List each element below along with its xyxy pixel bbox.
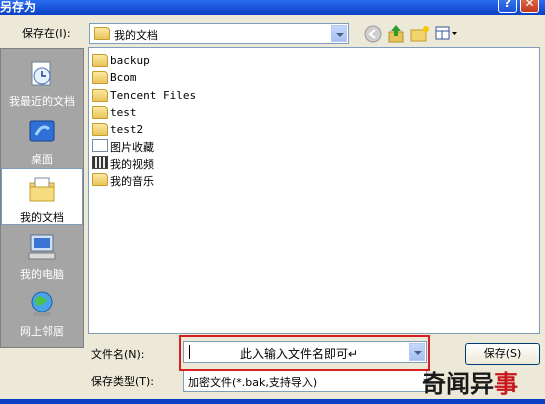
pictures-folder-icon (92, 139, 108, 152)
up-folder-icon[interactable] (387, 24, 405, 44)
folder-icon (94, 27, 110, 40)
folder-icon (92, 106, 108, 119)
watermark: 奇闻异事 (422, 364, 518, 399)
close-button[interactable]: ✕ (520, 0, 539, 13)
place-label: 桌面 (31, 153, 53, 166)
filename-label: 文件名(N): (91, 348, 145, 361)
new-folder-icon[interactable] (410, 25, 430, 43)
filetype-value: 加密文件(*.bak,支持导入) (188, 376, 318, 389)
folder-icon (92, 123, 108, 136)
watermark-text: 奇闻异 (422, 369, 494, 398)
place-label: 网上邻居 (20, 325, 64, 338)
places-bar: 我最近的文档 桌面 我的文档 我的电脑 网上邻居 (0, 48, 84, 348)
place-my-computer[interactable]: 我的电脑 (1, 226, 83, 283)
window-title: 另存为 (0, 0, 37, 14)
save-button-label: 保存(S) (483, 347, 522, 360)
window-bottom-border (0, 399, 545, 404)
back-icon[interactable] (364, 25, 382, 43)
chevron-down-icon[interactable] (331, 25, 347, 42)
place-label: 我最近的文档 (9, 95, 75, 108)
view-menu-icon[interactable] (435, 26, 459, 42)
save-in-combo[interactable]: 我的文档 (89, 23, 349, 44)
my-documents-icon (29, 177, 55, 202)
file-name: test (110, 106, 137, 119)
place-network[interactable]: 网上邻居 (1, 283, 83, 340)
watermark-text-accent: 事 (494, 369, 518, 398)
file-name: 我的视频 (110, 158, 154, 171)
place-my-documents[interactable]: 我的文档 (1, 168, 83, 225)
network-places-icon (31, 291, 53, 316)
place-desktop[interactable]: 桌面 (1, 111, 83, 168)
file-name: backup (110, 54, 150, 67)
file-name: 我的音乐 (110, 175, 154, 188)
filetype-label: 保存类型(T): (91, 375, 155, 388)
place-label: 我的电脑 (20, 268, 64, 281)
save-button[interactable]: 保存(S) (465, 343, 540, 365)
save-in-label: 保存在(I): (22, 27, 71, 40)
file-name: test2 (110, 123, 144, 136)
place-recent-documents[interactable]: 我最近的文档 (1, 53, 83, 110)
place-label: 我的文档 (20, 211, 64, 224)
folder-icon (92, 54, 108, 67)
save-in-value: 我的文档 (114, 29, 158, 42)
folder-icon (92, 71, 108, 84)
desktop-icon (29, 120, 55, 142)
file-name: Bcom (110, 71, 137, 84)
filetype-select[interactable]: 加密文件(*.bak,支持导入) (183, 370, 427, 392)
music-folder-icon (92, 173, 108, 186)
my-computer-icon (28, 234, 56, 260)
title-bar: 另存为 ? ✕ (0, 0, 545, 15)
video-folder-icon (92, 156, 108, 169)
file-name: 图片收藏 (110, 141, 154, 154)
help-button[interactable]: ? (498, 0, 517, 13)
highlight-box (179, 335, 430, 371)
folder-icon (92, 89, 108, 102)
recent-documents-icon (31, 61, 51, 86)
file-name: Tencent Files (110, 89, 197, 102)
file-list[interactable]: backup Bcom Tencent Files test test2 图片收… (88, 47, 540, 334)
